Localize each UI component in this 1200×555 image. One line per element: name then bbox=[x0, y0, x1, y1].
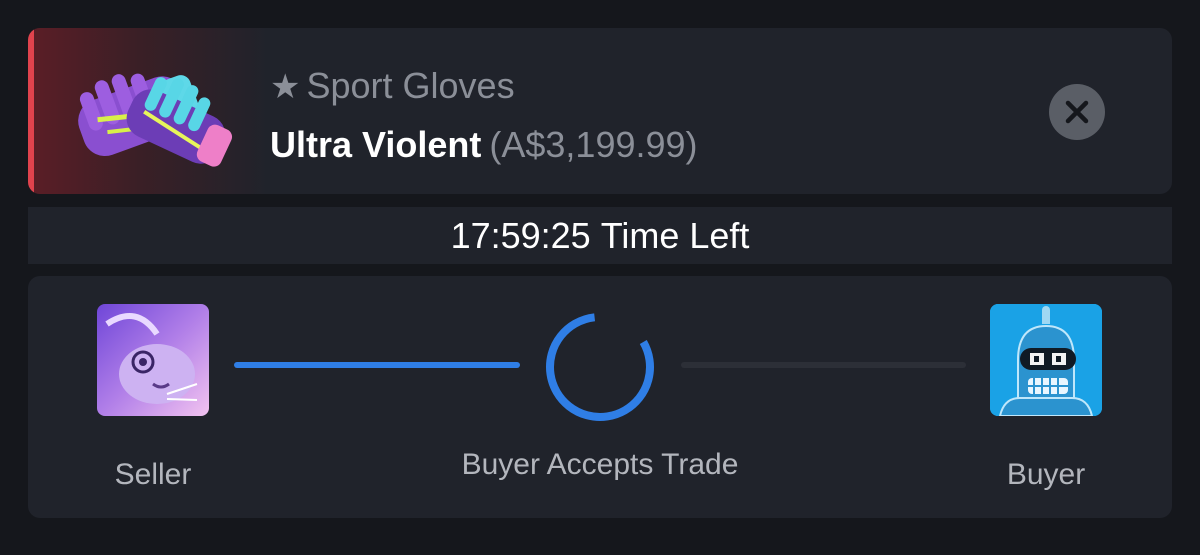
time-remaining: 17:59:25 bbox=[450, 215, 591, 256]
progress-line-completed bbox=[234, 362, 520, 368]
item-category: ★ Sport Gloves bbox=[270, 65, 515, 107]
seller-label: Seller bbox=[114, 458, 192, 491]
close-icon bbox=[1065, 100, 1089, 124]
close-button[interactable] bbox=[1049, 84, 1105, 140]
trade-step-label: Buyer Accepts Trade bbox=[461, 448, 739, 481]
buyer-avatar[interactable] bbox=[990, 304, 1102, 416]
buyer-avatar-image bbox=[990, 304, 1102, 416]
item-name: Ultra Violent bbox=[270, 124, 482, 165]
seller-avatar-image bbox=[97, 304, 209, 416]
item-category-label: Sport Gloves bbox=[306, 65, 515, 106]
loading-spinner-icon bbox=[546, 313, 654, 421]
time-left-label: Time Left bbox=[600, 215, 750, 256]
progress-line-pending bbox=[681, 362, 966, 368]
item-image bbox=[34, 28, 268, 194]
item-title: Ultra Violent (A$3,199.99) bbox=[270, 124, 698, 166]
trade-status-page: ★ Sport Gloves Ultra Violent (A$3,199.99) … bbox=[0, 0, 1200, 555]
trade-progress-panel: Seller Buyer Accepts Trade Buyer bbox=[28, 276, 1172, 518]
buyer-label: Buyer bbox=[1006, 458, 1086, 491]
seller-avatar[interactable] bbox=[97, 304, 209, 416]
star-icon: ★ bbox=[270, 68, 301, 106]
time-left-bar: 17:59:25 Time Left bbox=[28, 207, 1172, 264]
item-card: ★ Sport Gloves Ultra Violent (A$3,199.99) bbox=[28, 28, 1172, 194]
gloves-icon bbox=[78, 73, 233, 167]
item-price: (A$3,199.99) bbox=[489, 124, 698, 165]
